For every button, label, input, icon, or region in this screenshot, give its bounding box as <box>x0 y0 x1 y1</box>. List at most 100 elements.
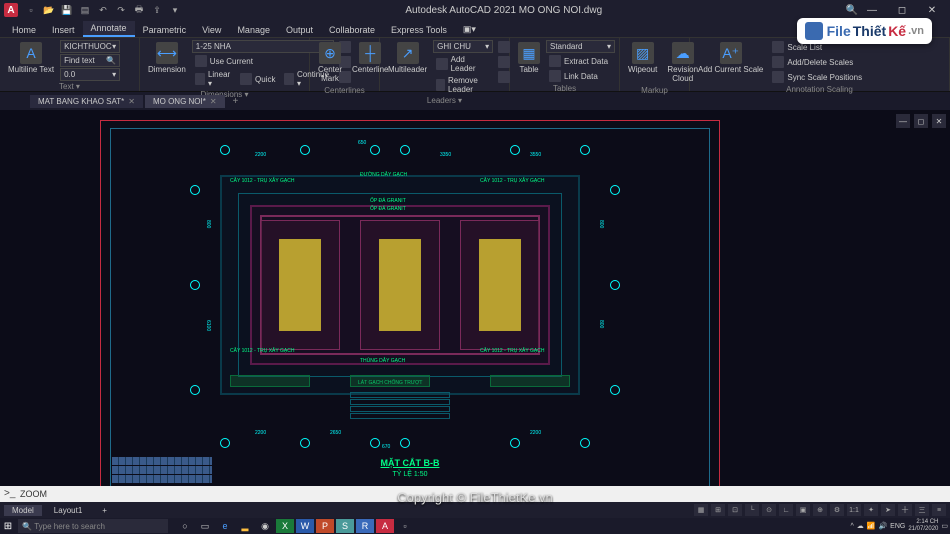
task-view-icon[interactable]: ▭ <box>196 519 214 533</box>
model-tab[interactable]: Model <box>4 505 42 516</box>
status-ortho-icon[interactable]: ⊡ <box>728 504 742 516</box>
extract-data-button[interactable]: Extract Data <box>546 54 615 68</box>
task-autocad-icon[interactable]: A <box>376 519 394 533</box>
find-text-field[interactable]: Find text🔍 <box>60 54 120 67</box>
status-osnap-icon[interactable]: ⊙ <box>762 504 776 516</box>
status-lwt-icon[interactable]: ▣ <box>796 504 810 516</box>
center-mark-button[interactable]: ⊕Center Mark <box>314 40 346 85</box>
add-scale-button[interactable]: A⁺Add Current Scale <box>694 40 767 76</box>
task-edge-icon[interactable]: e <box>216 519 234 533</box>
link-data-button[interactable]: Link Data <box>546 69 615 83</box>
add-layout-tab[interactable]: + <box>94 505 115 516</box>
sync-scale-button[interactable]: Sync Scale Positions <box>769 70 865 84</box>
task-cortana-icon[interactable]: ○ <box>176 519 194 533</box>
vp-close-icon[interactable]: ✕ <box>932 114 946 128</box>
taskbar-search[interactable]: 🔍 Type here to search <box>18 519 168 533</box>
qat-new-icon[interactable]: ▫ <box>24 3 38 17</box>
qat-share-icon[interactable]: ⇪ <box>150 3 164 17</box>
tray-wifi-icon[interactable]: 📶 <box>867 522 876 530</box>
grid-marker <box>610 385 620 395</box>
status-gear-icon[interactable]: ⚙ <box>830 504 844 516</box>
linear-button[interactable]: Linear ▾ <box>192 69 235 89</box>
status-monitor-icon[interactable]: 十 <box>898 504 912 516</box>
multiline-text-button[interactable]: A Multiline Text <box>4 40 58 76</box>
drawing-tab-2[interactable]: MO ONG NOI*✕ <box>145 95 225 108</box>
task-ppt-icon[interactable]: P <box>316 519 334 533</box>
vp-maximize-icon[interactable]: ◻ <box>914 114 928 128</box>
qat-undo-icon[interactable]: ↶ <box>96 3 110 17</box>
status-snap-icon[interactable]: ⊞ <box>711 504 725 516</box>
close-icon[interactable]: ✕ <box>210 97 217 106</box>
tray-notifications-icon[interactable]: ▭ <box>941 522 948 530</box>
tab-insert[interactable]: Insert <box>44 23 83 37</box>
task-explorer-icon[interactable]: ▂ <box>236 519 254 533</box>
quick-button[interactable]: Quick <box>237 69 278 89</box>
tab-parametric[interactable]: Parametric <box>135 23 195 37</box>
text-height-field[interactable]: 0.0▾ <box>60 68 120 81</box>
dimension-button[interactable]: ⟷ Dimension <box>144 40 190 76</box>
task-chrome-icon[interactable]: ◉ <box>256 519 274 533</box>
tray-clock[interactable]: 2:14 CH 21/07/2020 <box>908 519 938 533</box>
multileader-button[interactable]: ↗Multileader <box>384 40 431 76</box>
close-icon[interactable]: ✕ <box>128 97 135 106</box>
table-style-dropdown[interactable]: Standard▾ <box>546 40 615 53</box>
qat-dropdown-icon[interactable]: ▾ <box>168 3 182 17</box>
wipeout-button[interactable]: ▨Wipeout <box>624 40 661 76</box>
status-grid-icon[interactable]: ▦ <box>694 504 708 516</box>
task-excel-icon[interactable]: X <box>276 519 294 533</box>
close-button[interactable]: ✕ <box>918 1 946 19</box>
leader-style-dropdown[interactable]: GHI CHU▾ <box>433 40 493 53</box>
tab-featured[interactable]: ▣▾ <box>455 22 484 37</box>
grid-marker <box>580 145 590 155</box>
adddelete-scales-button[interactable]: Add/Delete Scales <box>769 55 865 69</box>
qat-open-icon[interactable]: 📂 <box>42 3 56 17</box>
app-icon[interactable]: A <box>4 3 18 17</box>
status-workspace-icon[interactable]: ➤ <box>881 504 895 516</box>
vp-minimize-icon[interactable]: — <box>896 114 910 128</box>
tab-output[interactable]: Output <box>278 23 321 37</box>
new-drawing-tab[interactable]: + <box>227 94 245 109</box>
remove-leader-button[interactable]: Remove Leader <box>433 75 493 95</box>
tab-collaborate[interactable]: Collaborate <box>321 23 383 37</box>
annotation-label: ỐP ĐÁ GRANIT <box>370 198 406 204</box>
status-isolate-icon[interactable]: 三 <box>915 504 929 516</box>
table-button[interactable]: ▦Table <box>514 40 544 76</box>
qat-saveas-icon[interactable]: ▤ <box>78 3 92 17</box>
tab-view[interactable]: View <box>194 23 229 37</box>
layout1-tab[interactable]: Layout1 <box>46 505 90 516</box>
tray-cloud-icon[interactable]: ☁ <box>857 522 864 530</box>
tab-expresstools[interactable]: Express Tools <box>383 23 455 37</box>
task-sketchup-icon[interactable]: S <box>336 519 354 533</box>
panel-leaders-title[interactable]: Leaders ▾ <box>384 95 505 105</box>
maximize-button[interactable]: ◻ <box>888 1 916 19</box>
status-otrack-icon[interactable]: ∟ <box>779 504 793 516</box>
title-bar: A ▫ 📂 💾 ▤ ↶ ↷ 🖶 ⇪ ▾ Autodesk AutoCAD 202… <box>0 0 950 20</box>
start-button[interactable]: ⊞ <box>0 518 16 534</box>
status-transparency-icon[interactable]: ⊕ <box>813 504 827 516</box>
qat-plot-icon[interactable]: 🖶 <box>132 3 146 17</box>
status-polar-icon[interactable]: └ <box>745 504 759 516</box>
task-word-icon[interactable]: W <box>296 519 314 533</box>
grid-marker <box>220 145 230 155</box>
tray-volume-icon[interactable]: 🔊 <box>878 522 887 530</box>
add-leader-button[interactable]: Add Leader <box>433 54 493 74</box>
text-style-dropdown[interactable]: KICHTHUOC▾ <box>60 40 120 53</box>
title-search[interactable]: 🔍 <box>846 5 858 16</box>
tray-lang[interactable]: ENG <box>890 523 905 530</box>
minimize-button[interactable]: — <box>858 1 886 19</box>
status-custom-icon[interactable]: ≡ <box>932 504 946 516</box>
status-anno-icon[interactable]: ✦ <box>864 504 878 516</box>
panel-text-title[interactable]: Text ▾ <box>4 81 135 91</box>
ribbon: A Multiline Text KICHTHUOC▾ Find text🔍 0… <box>0 38 950 92</box>
tab-annotate[interactable]: Annotate <box>83 21 135 37</box>
tab-manage[interactable]: Manage <box>229 23 278 37</box>
tray-up-icon[interactable]: ^ <box>850 523 853 530</box>
drawing-canvas[interactable]: — ◻ ✕ 2200 650 3350 3550 2200 2650 6 <box>0 110 950 490</box>
drawing-tab-1[interactable]: MAT BANG KHAO SAT*✕ <box>30 95 143 108</box>
qat-save-icon[interactable]: 💾 <box>60 3 74 17</box>
task-revit-icon[interactable]: R <box>356 519 374 533</box>
qat-redo-icon[interactable]: ↷ <box>114 3 128 17</box>
tab-home[interactable]: Home <box>4 23 44 37</box>
status-scale[interactable]: 1:1 <box>847 504 861 516</box>
task-app-icon[interactable]: ▫ <box>396 519 414 533</box>
